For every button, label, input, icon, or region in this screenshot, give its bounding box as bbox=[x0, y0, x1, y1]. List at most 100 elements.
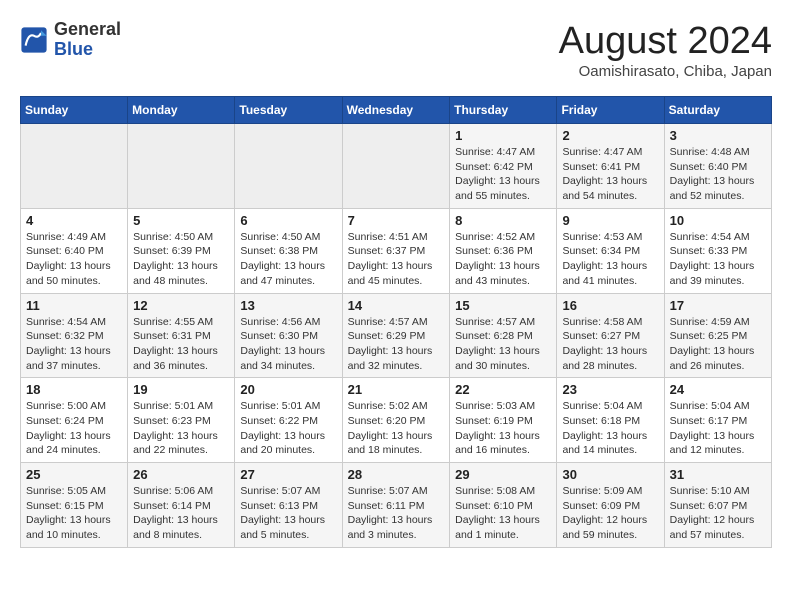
calendar-cell: 9Sunrise: 4:53 AM Sunset: 6:34 PM Daylig… bbox=[557, 208, 664, 293]
calendar-cell: 12 Sunrise: 4:55 AM Sunset: 6:31 PM Dayli… bbox=[128, 293, 235, 378]
calendar-cell: 6 Sunrise: 4:50 AM Sunset: 6:38 PM Daylig… bbox=[235, 208, 342, 293]
day-info: Sunrise: 5:07 AM Sunset: 6:11 PM Dayligh… bbox=[348, 484, 445, 543]
day-number: 25 bbox=[26, 467, 122, 482]
calendar-cell: 25 Sunrise: 5:05 AM Sunset: 6:15 PM Dayli… bbox=[21, 463, 128, 548]
day-info: Sunrise: 5:04 AM Sunset: 6:18 PM Dayligh… bbox=[562, 399, 658, 458]
calendar-cell: 20Sunrise: 5:01 AM Sunset: 6:22 PM Dayli… bbox=[235, 378, 342, 463]
day-number: 9 bbox=[562, 213, 658, 228]
weekday-header-sunday: Sunday bbox=[21, 97, 128, 124]
calendar-cell: 29 Sunrise: 5:08 AM Sunset: 6:10 PM Dayli… bbox=[450, 463, 557, 548]
calendar-week-2: 4 Sunrise: 4:49 AM Sunset: 6:40 PM Daylig… bbox=[21, 208, 772, 293]
day-number: 7 bbox=[348, 213, 445, 228]
day-info: Sunrise: 5:10 AM Sunset: 6:07 PM Dayligh… bbox=[670, 484, 766, 543]
day-info: Sunrise: 4:58 AM Sunset: 6:27 PM Dayligh… bbox=[562, 315, 658, 374]
title-section: August 2024 Oamishirasato, Chiba, Japan bbox=[559, 20, 772, 80]
calendar-subtitle: Oamishirasato, Chiba, Japan bbox=[559, 63, 772, 80]
calendar-cell: 3 Sunrise: 4:48 AM Sunset: 6:40 PM Daylig… bbox=[664, 124, 771, 209]
day-info: Sunrise: 4:47 AM Sunset: 6:42 PM Dayligh… bbox=[455, 145, 551, 204]
calendar-cell bbox=[128, 124, 235, 209]
day-number: 29 bbox=[455, 467, 551, 482]
day-number: 5 bbox=[133, 213, 229, 228]
day-info: Sunrise: 4:52 AM Sunset: 6:36 PM Dayligh… bbox=[455, 230, 551, 289]
day-info: Sunrise: 4:59 AM Sunset: 6:25 PM Dayligh… bbox=[670, 315, 766, 374]
day-number: 18 bbox=[26, 382, 122, 397]
calendar-cell: 23 Sunrise: 5:04 AM Sunset: 6:18 PM Dayli… bbox=[557, 378, 664, 463]
calendar-cell: 24 Sunrise: 5:04 AM Sunset: 6:17 PM Dayli… bbox=[664, 378, 771, 463]
calendar-title: August 2024 bbox=[559, 20, 772, 63]
day-number: 23 bbox=[562, 382, 658, 397]
day-info: Sunrise: 4:49 AM Sunset: 6:40 PM Dayligh… bbox=[26, 230, 122, 289]
day-info: Sunrise: 4:55 AM Sunset: 6:31 PM Dayligh… bbox=[133, 315, 229, 374]
day-info: Sunrise: 5:02 AM Sunset: 6:20 PM Dayligh… bbox=[348, 399, 445, 458]
day-number: 6 bbox=[240, 213, 336, 228]
calendar-cell: 14Sunrise: 4:57 AM Sunset: 6:29 PM Dayli… bbox=[342, 293, 450, 378]
calendar-week-1: 1Sunrise: 4:47 AM Sunset: 6:42 PM Daylig… bbox=[21, 124, 772, 209]
day-number: 16 bbox=[562, 298, 658, 313]
day-number: 4 bbox=[26, 213, 122, 228]
day-info: Sunrise: 5:08 AM Sunset: 6:10 PM Dayligh… bbox=[455, 484, 551, 543]
logo-blue-text: Blue bbox=[54, 39, 93, 59]
day-number: 28 bbox=[348, 467, 445, 482]
calendar-cell: 28 Sunrise: 5:07 AM Sunset: 6:11 PM Dayli… bbox=[342, 463, 450, 548]
day-number: 19 bbox=[133, 382, 229, 397]
day-number: 26 bbox=[133, 467, 229, 482]
day-number: 12 bbox=[133, 298, 229, 313]
calendar-cell: 18 Sunrise: 5:00 AM Sunset: 6:24 PM Dayli… bbox=[21, 378, 128, 463]
day-info: Sunrise: 5:01 AM Sunset: 6:23 PM Dayligh… bbox=[133, 399, 229, 458]
day-number: 20 bbox=[240, 382, 336, 397]
calendar-body: 1Sunrise: 4:47 AM Sunset: 6:42 PM Daylig… bbox=[21, 124, 772, 548]
day-info: Sunrise: 5:00 AM Sunset: 6:24 PM Dayligh… bbox=[26, 399, 122, 458]
day-number: 3 bbox=[670, 128, 766, 143]
day-number: 8 bbox=[455, 213, 551, 228]
day-info: Sunrise: 5:09 AM Sunset: 6:09 PM Dayligh… bbox=[562, 484, 658, 543]
day-info: Sunrise: 4:50 AM Sunset: 6:38 PM Dayligh… bbox=[240, 230, 336, 289]
day-info: Sunrise: 5:07 AM Sunset: 6:13 PM Dayligh… bbox=[240, 484, 336, 543]
day-number: 22 bbox=[455, 382, 551, 397]
weekday-header-monday: Monday bbox=[128, 97, 235, 124]
weekday-header-wednesday: Wednesday bbox=[342, 97, 450, 124]
logo-icon bbox=[20, 26, 48, 54]
day-number: 15 bbox=[455, 298, 551, 313]
weekday-header-tuesday: Tuesday bbox=[235, 97, 342, 124]
logo: General Blue bbox=[20, 20, 121, 60]
calendar-cell: 22 Sunrise: 5:03 AM Sunset: 6:19 PM Dayli… bbox=[450, 378, 557, 463]
day-number: 2 bbox=[562, 128, 658, 143]
day-info: Sunrise: 4:47 AM Sunset: 6:41 PM Dayligh… bbox=[562, 145, 658, 204]
calendar-cell bbox=[21, 124, 128, 209]
day-info: Sunrise: 5:04 AM Sunset: 6:17 PM Dayligh… bbox=[670, 399, 766, 458]
calendar-cell bbox=[342, 124, 450, 209]
calendar-cell: 26Sunrise: 5:06 AM Sunset: 6:14 PM Dayli… bbox=[128, 463, 235, 548]
day-info: Sunrise: 4:54 AM Sunset: 6:32 PM Dayligh… bbox=[26, 315, 122, 374]
calendar-cell bbox=[235, 124, 342, 209]
day-number: 27 bbox=[240, 467, 336, 482]
day-info: Sunrise: 4:50 AM Sunset: 6:39 PM Dayligh… bbox=[133, 230, 229, 289]
calendar-cell: 19 Sunrise: 5:01 AM Sunset: 6:23 PM Dayli… bbox=[128, 378, 235, 463]
day-number: 24 bbox=[670, 382, 766, 397]
calendar-cell: 1Sunrise: 4:47 AM Sunset: 6:42 PM Daylig… bbox=[450, 124, 557, 209]
calendar-cell: 13 Sunrise: 4:56 AM Sunset: 6:30 PM Dayli… bbox=[235, 293, 342, 378]
weekday-header-saturday: Saturday bbox=[664, 97, 771, 124]
weekday-header-thursday: Thursday bbox=[450, 97, 557, 124]
day-number: 13 bbox=[240, 298, 336, 313]
calendar-cell: 8 Sunrise: 4:52 AM Sunset: 6:36 PM Daylig… bbox=[450, 208, 557, 293]
calendar-cell: 4 Sunrise: 4:49 AM Sunset: 6:40 PM Daylig… bbox=[21, 208, 128, 293]
calendar-cell: 17 Sunrise: 4:59 AM Sunset: 6:25 PM Dayli… bbox=[664, 293, 771, 378]
calendar-week-3: 11 Sunrise: 4:54 AM Sunset: 6:32 PM Dayli… bbox=[21, 293, 772, 378]
day-info: Sunrise: 5:03 AM Sunset: 6:19 PM Dayligh… bbox=[455, 399, 551, 458]
day-info: Sunrise: 5:05 AM Sunset: 6:15 PM Dayligh… bbox=[26, 484, 122, 543]
day-info: Sunrise: 4:48 AM Sunset: 6:40 PM Dayligh… bbox=[670, 145, 766, 204]
day-number: 14 bbox=[348, 298, 445, 313]
day-number: 21 bbox=[348, 382, 445, 397]
logo-general-text: General bbox=[54, 19, 121, 39]
weekday-header-friday: Friday bbox=[557, 97, 664, 124]
calendar-cell: 21 Sunrise: 5:02 AM Sunset: 6:20 PM Dayli… bbox=[342, 378, 450, 463]
day-number: 17 bbox=[670, 298, 766, 313]
calendar-cell: 10Sunrise: 4:54 AM Sunset: 6:33 PM Dayli… bbox=[664, 208, 771, 293]
day-info: Sunrise: 4:56 AM Sunset: 6:30 PM Dayligh… bbox=[240, 315, 336, 374]
calendar-cell: 31Sunrise: 5:10 AM Sunset: 6:07 PM Dayli… bbox=[664, 463, 771, 548]
calendar-cell: 15 Sunrise: 4:57 AM Sunset: 6:28 PM Dayli… bbox=[450, 293, 557, 378]
day-info: Sunrise: 4:57 AM Sunset: 6:28 PM Dayligh… bbox=[455, 315, 551, 374]
day-number: 10 bbox=[670, 213, 766, 228]
calendar-cell: 11 Sunrise: 4:54 AM Sunset: 6:32 PM Dayli… bbox=[21, 293, 128, 378]
day-number: 11 bbox=[26, 298, 122, 313]
